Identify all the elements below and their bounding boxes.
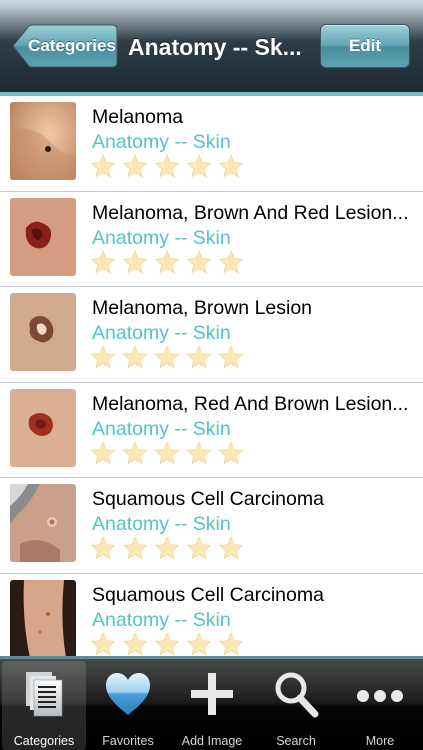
star-icon[interactable]: [218, 249, 244, 275]
star-icon[interactable]: [122, 249, 148, 275]
list-item[interactable]: Squamous Cell Carcinoma Anatomy -- Skin: [0, 573, 423, 657]
star-icon[interactable]: [218, 631, 244, 657]
rating-stars[interactable]: [90, 153, 250, 179]
tab-add-image[interactable]: Add Image: [170, 661, 254, 750]
back-button-label: Categories: [28, 36, 116, 55]
star-icon[interactable]: [186, 344, 212, 370]
star-icon[interactable]: [186, 535, 212, 561]
star-icon[interactable]: [90, 535, 116, 561]
documents-icon: [19, 669, 69, 719]
star-icon[interactable]: [186, 440, 212, 466]
item-category: Anatomy -- Skin: [92, 513, 231, 535]
star-icon[interactable]: [154, 344, 180, 370]
tab-categories[interactable]: Categories: [2, 661, 86, 750]
tab-label: Favorites: [102, 734, 154, 748]
image-list: Melanoma Anatomy -- Skin Melanoma, Brown…: [0, 96, 423, 656]
star-icon[interactable]: [122, 344, 148, 370]
list-item[interactable]: Melanoma, Red And Brown Lesion... Anatom…: [0, 382, 423, 478]
tab-label: Categories: [13, 734, 75, 748]
face-carcinoma-thumbnail: [10, 484, 76, 562]
star-icon[interactable]: [154, 153, 180, 179]
app-screen: Categories Anatomy -- Sk... Edit Melanom…: [0, 0, 423, 750]
star-icon[interactable]: [90, 344, 116, 370]
heart-icon: [103, 669, 153, 719]
star-icon[interactable]: [154, 249, 180, 275]
tab-label: Search: [276, 734, 316, 748]
star-icon[interactable]: [122, 440, 148, 466]
tab-bar: Categories Favorites Add Image Search Mo…: [0, 656, 423, 750]
star-icon[interactable]: [90, 440, 116, 466]
item-category: Anatomy -- Skin: [92, 226, 231, 249]
list-item[interactable]: Melanoma, Brown Lesion Anatomy -- Skin: [0, 287, 423, 383]
navigation-bar: Categories Anatomy -- Sk... Edit: [0, 0, 423, 96]
tab-label: More: [365, 734, 395, 748]
rating-stars[interactable]: [90, 249, 250, 275]
star-icon[interactable]: [218, 535, 244, 561]
list-item[interactable]: Melanoma Anatomy -- Skin: [0, 96, 423, 192]
item-title: Melanoma, Red And Brown Lesion...: [92, 392, 409, 415]
rating-stars[interactable]: [90, 535, 250, 561]
tab-label: Add Image: [181, 734, 243, 748]
item-title: Squamous Cell Carcinoma: [92, 583, 324, 606]
star-icon[interactable]: [186, 153, 212, 179]
star-icon[interactable]: [186, 631, 212, 657]
star-icon[interactable]: [154, 440, 180, 466]
star-icon[interactable]: [154, 631, 180, 657]
item-title: Melanoma, Brown Lesion: [92, 297, 313, 319]
star-icon[interactable]: [218, 440, 244, 466]
page-title: Anatomy -- Sk...: [128, 34, 302, 60]
magnifier-icon: [271, 669, 321, 719]
rating-stars[interactable]: [90, 344, 250, 370]
brown-lesion-thumbnail: [10, 293, 76, 371]
arm-carcinoma-thumbnail: [10, 579, 76, 656]
star-icon[interactable]: [186, 249, 212, 275]
list-item[interactable]: Squamous Cell Carcinoma Anatomy -- Skin: [0, 478, 423, 574]
plus-icon: [187, 669, 237, 719]
star-icon[interactable]: [122, 535, 148, 561]
item-category: Anatomy -- Skin: [92, 608, 231, 631]
tab-search[interactable]: Search: [254, 661, 338, 750]
star-icon[interactable]: [154, 535, 180, 561]
categories-back-button[interactable]: Categories: [12, 24, 118, 68]
rating-stars[interactable]: [90, 440, 250, 466]
item-title: Melanoma: [92, 106, 184, 128]
item-category: Anatomy -- Skin: [92, 131, 231, 153]
tab-more[interactable]: More: [338, 661, 422, 750]
star-icon[interactable]: [122, 153, 148, 179]
rating-stars[interactable]: [90, 631, 250, 657]
star-icon[interactable]: [218, 344, 244, 370]
item-title: Squamous Cell Carcinoma: [92, 488, 324, 510]
tab-favorites[interactable]: Favorites: [86, 661, 170, 750]
list-item[interactable]: Melanoma, Brown And Red Lesion... Anatom…: [0, 191, 423, 287]
edit-button[interactable]: Edit: [320, 24, 410, 68]
skin-mole-thumbnail: [10, 102, 76, 180]
item-category: Anatomy -- Skin: [92, 322, 231, 344]
star-icon[interactable]: [90, 249, 116, 275]
star-icon[interactable]: [90, 153, 116, 179]
more-dots-icon: [355, 669, 405, 719]
item-category: Anatomy -- Skin: [92, 417, 231, 440]
star-icon[interactable]: [218, 153, 244, 179]
red-lesion-thumbnail: [10, 197, 76, 276]
item-title: Melanoma, Brown And Red Lesion...: [92, 201, 409, 224]
star-icon[interactable]: [122, 631, 148, 657]
star-icon[interactable]: [90, 631, 116, 657]
red-brown-lesion-thumbnail: [10, 388, 76, 467]
